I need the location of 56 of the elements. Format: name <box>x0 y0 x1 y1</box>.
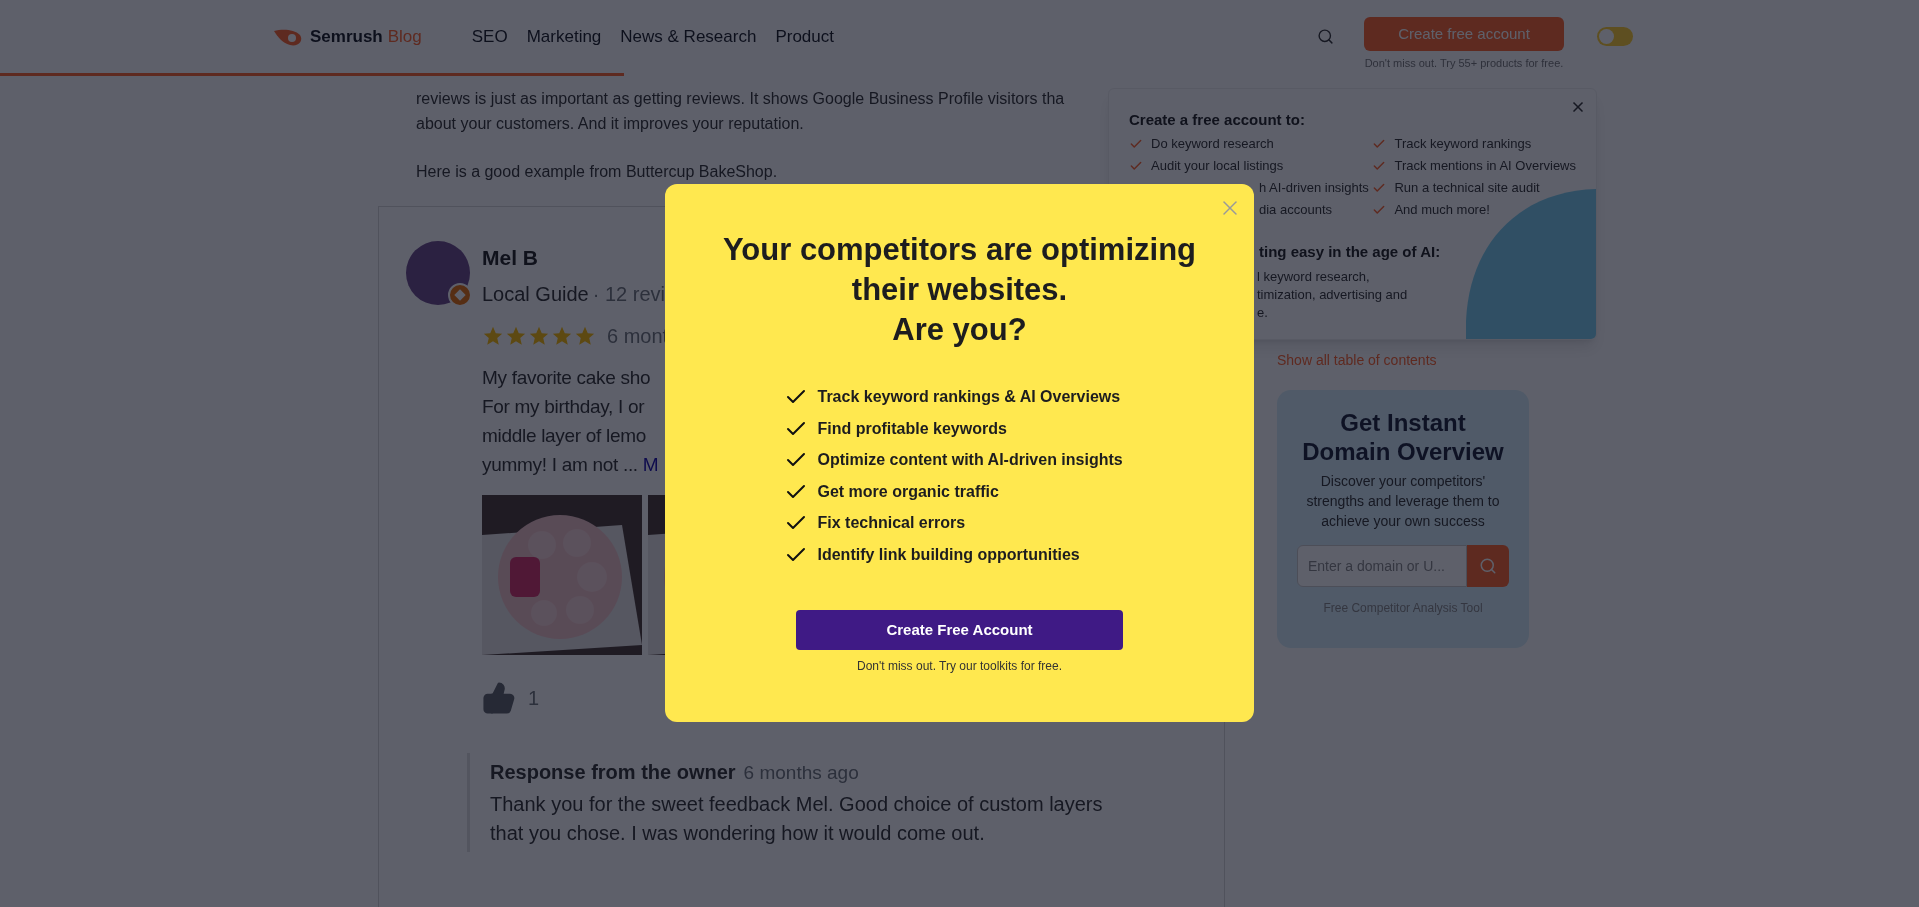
response-text: Thank you for the sweet feedback Mel. Good choice of custom layers that you chose. I was wondering how it would come out. <box>490 791 1104 846</box>
modal-title: Your competitors are optimizing their websites. Are you? <box>722 231 1197 349</box>
benefit-item: Track keyword rankings & AI Overviews <box>817 387 1121 407</box>
list-item: h AI-driven insights <box>1259 179 1369 198</box>
check-icon <box>1372 181 1387 195</box>
check-icon <box>1372 159 1387 173</box>
thumbs-up-icon[interactable] <box>482 681 516 715</box>
search-icon[interactable] <box>1317 28 1334 45</box>
card-title: Get Instant Domain Overview <box>1301 408 1505 466</box>
list-item: Run a technical site audit <box>1394 179 1540 198</box>
list-item: Track keyword rankings <box>1394 135 1532 154</box>
card-description: Discover your competitors' strengths and leverage them to achieve your own success <box>1305 472 1501 531</box>
more-link[interactable]: M <box>642 454 659 475</box>
theme-toggle[interactable] <box>1597 27 1633 46</box>
create-account-button[interactable]: Create Free Account <box>796 609 1123 650</box>
reviewer-name: Mel B <box>482 245 538 271</box>
benefit-item: Fix technical errors <box>817 513 966 534</box>
benefit-item: Identify link building opportunities <box>817 544 1080 565</box>
check-icon <box>1372 137 1387 151</box>
star-icon <box>551 325 573 347</box>
star-icon <box>482 325 504 347</box>
search-button[interactable] <box>1467 545 1509 587</box>
benefit-item: Find profitable keywords <box>817 418 1007 439</box>
star-icon <box>574 325 596 347</box>
modal-caption: Don't miss out. Try our toolkits for free. <box>857 657 1062 675</box>
list-item: dia accounts <box>1259 201 1332 220</box>
logo-suffix: Blog <box>387 25 422 48</box>
star-icon <box>528 325 550 347</box>
popup-subtitle: ting easy in the age of AI: <box>1259 242 1442 262</box>
popup-text: l keyword research, timization, advertising and e. <box>1257 267 1409 322</box>
list-item: Do keyword research <box>1151 135 1274 154</box>
list-item: Audit your local listings <box>1151 157 1284 176</box>
logo-text[interactable]: Semrush <box>310 23 383 50</box>
check-icon <box>1372 203 1387 217</box>
benefit-item: Get more organic traffic <box>817 481 999 502</box>
response-title: Response from the owner <box>490 760 736 785</box>
star-icon <box>505 325 527 347</box>
close-icon[interactable] <box>1570 99 1586 115</box>
badge-icon <box>448 283 472 307</box>
paragraph: Here is a good example from Buttercup BakeShop. <box>416 162 778 182</box>
check-icon <box>1129 137 1143 151</box>
search-icon <box>1479 557 1497 575</box>
create-account-button[interactable]: Create free account <box>1364 17 1564 52</box>
review-text: My favorite cake sho For my birthday, I or middle layer of lemo yummy! I am not ... M <box>482 366 659 477</box>
popup-title: Create a free account to: <box>1129 110 1306 130</box>
nav-link[interactable]: SEO <box>471 23 508 50</box>
nav-link[interactable]: Product <box>775 23 834 50</box>
guide-label: Local Guide <box>482 282 589 307</box>
list-item: Track mentions in AI Overviews <box>1394 157 1576 176</box>
list-item: And much more! <box>1394 201 1490 220</box>
paragraph: reviews is just as important as getting reviews. It shows Google Business Profile visitors tha about your customers. And it improves your reputation. <box>416 89 1065 134</box>
nav-link[interactable]: News & Research <box>620 23 757 50</box>
check-icon <box>1129 159 1143 173</box>
table-of-contents-link[interactable]: Show all table of contents <box>1277 352 1437 368</box>
benefit-item: Optimize content with AI-driven insights <box>817 450 1123 471</box>
nav-link[interactable]: Marketing <box>526 23 602 50</box>
